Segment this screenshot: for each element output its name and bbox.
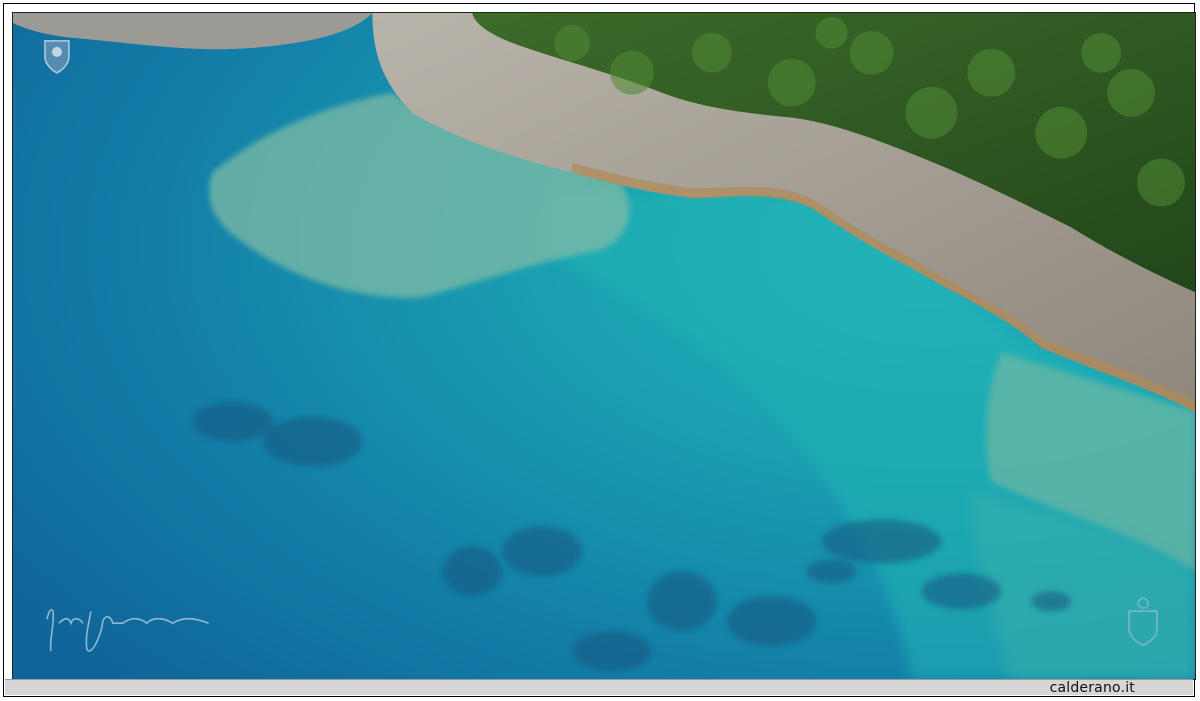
coastline-photo [13, 13, 1195, 679]
aerial-photo [12, 12, 1196, 680]
image-frame [3, 3, 1196, 697]
site-credit: calderano.it [1049, 680, 1135, 696]
caption-bar: calderano.it [5, 679, 1193, 696]
